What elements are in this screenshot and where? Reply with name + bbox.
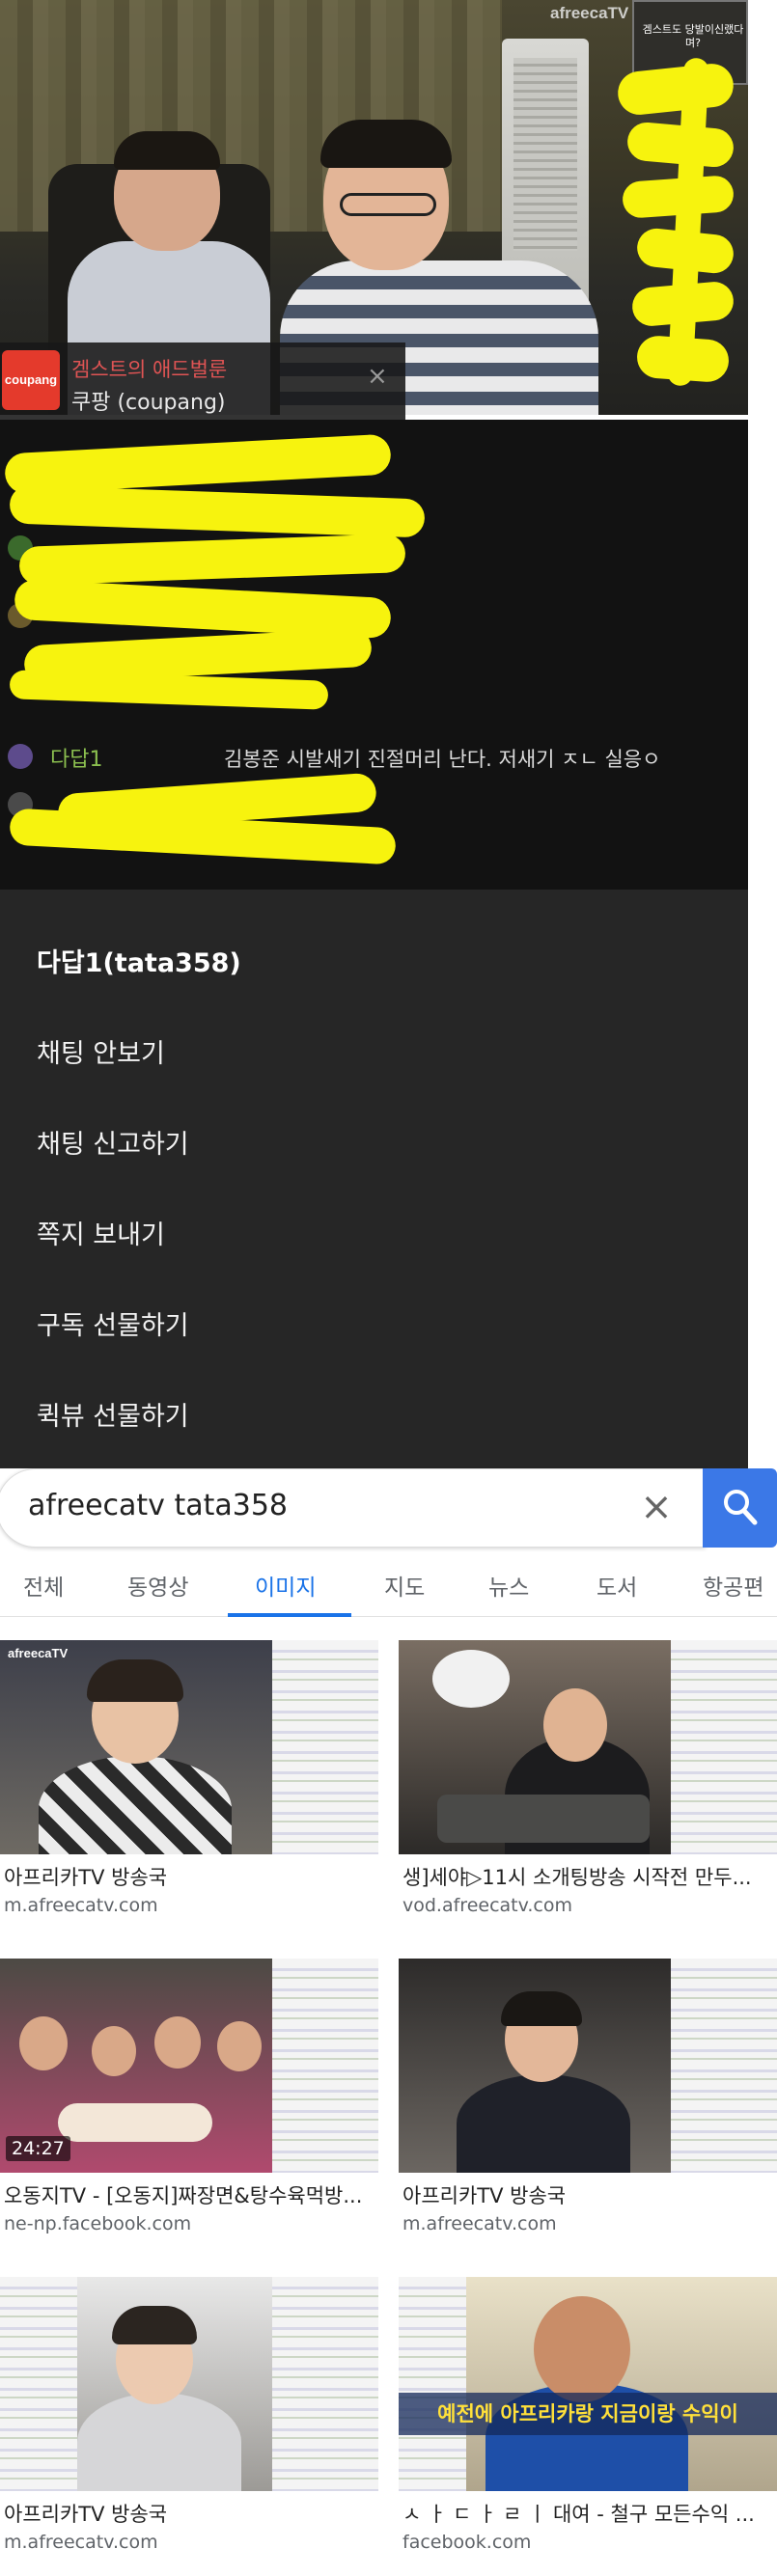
chat-nickname[interactable]: 다답1: [50, 742, 102, 773]
tab-images[interactable]: 이미지: [255, 1569, 316, 1602]
menu-item-gift-subscription[interactable]: 구독 선물하기: [37, 1304, 189, 1342]
ad-title: 겜스트의 애드벌룬: [71, 358, 228, 381]
video-duration: 24:27: [6, 2136, 70, 2161]
chat-message: 김봉준 시발새기 진절머리 난다. 저새기 ㅈㄴ 실응ㅇ: [224, 748, 661, 771]
pip-caption: 겜스트도 당발이신랬다며?: [642, 23, 744, 49]
result-thumbnail[interactable]: 24:27: [0, 1959, 378, 2173]
result-thumbnail[interactable]: [399, 1640, 777, 1854]
close-icon[interactable]: ×: [367, 362, 388, 391]
user-context-menu: 다답1(tata358) 채팅 안보기 채팅 신고하기 쪽지 보내기 구독 선물…: [0, 890, 748, 1468]
search-tabs: 전체 동영상 이미지 지도 뉴스 도서 항공편: [0, 1559, 777, 1617]
tab-all[interactable]: 전체: [23, 1569, 64, 1602]
result-title: 아프리카TV 방송국: [4, 1866, 168, 1889]
result-source: ne-np.facebook.com: [4, 2213, 192, 2234]
search-button[interactable]: [703, 1468, 777, 1548]
tab-books[interactable]: 도서: [597, 1569, 637, 1602]
result-source: vod.afreecatv.com: [402, 1895, 573, 1916]
menu-item-gift-quickview[interactable]: 퀵뷰 선물하기: [37, 1395, 189, 1433]
menu-item-report-chat[interactable]: 채팅 신고하기: [37, 1123, 189, 1161]
result-source: m.afreecatv.com: [4, 2532, 158, 2553]
tab-news[interactable]: 뉴스: [488, 1569, 529, 1602]
tab-videos[interactable]: 동영상: [127, 1569, 188, 1602]
chat-row[interactable]: 다답1 김봉준 시발새기 진절머리 난다. 저새기 ㅈㄴ 실응ㅇ: [0, 736, 748, 775]
tab-flights[interactable]: 항공편: [703, 1569, 763, 1602]
result-title: 생]세야▷11시 소개팅방송 시작전 만두...: [402, 1866, 752, 1889]
result-title: 아프리카TV 방송국: [402, 2184, 567, 2207]
close-icon[interactable]: ×: [634, 1483, 679, 1531]
chat-avatar: [8, 744, 33, 769]
image-result[interactable]: 생]세야▷11시 소개팅방송 시작전 만두... vod.afreecatv.c…: [399, 1640, 777, 1926]
result-thumbnail[interactable]: [399, 1959, 777, 2173]
thumbnail-caption: 예전에 아프리카랑 지금이랑 수익이: [399, 2393, 777, 2435]
afreeca-watermark: afreecaTV: [8, 1646, 69, 1660]
image-result[interactable]: 24:27 오동지TV - [오동지]짜장면&탕수육먹방... ne-np.fa…: [0, 1959, 378, 2244]
menu-user-header: 다답1(tata358): [37, 948, 241, 978]
afreeca-watermark: afreecaTV: [550, 4, 629, 22]
menu-item-hide-chat[interactable]: 채팅 안보기: [37, 1032, 165, 1070]
result-source: m.afreecatv.com: [4, 1895, 158, 1916]
search-icon: [724, 1490, 758, 1525]
coupang-logo: coupang: [2, 350, 60, 410]
result-title: 오동지TV - [오동지]짜장면&탕수육먹방...: [4, 2184, 363, 2207]
result-thumbnail[interactable]: afreecaTV: [0, 1640, 378, 1854]
tab-maps[interactable]: 지도: [384, 1569, 425, 1602]
image-result[interactable]: 아프리카TV 방송국 m.afreecatv.com: [0, 2277, 378, 2562]
menu-item-send-message[interactable]: 쪽지 보내기: [37, 1214, 165, 1251]
search-page: afreecatv tata358 × 전체 동영상 이미지 지도 뉴스 도서 …: [0, 1468, 777, 2576]
result-title: ㅅ ㅏ ㄷ ㅏ ㄹ ㅣ 대여 - 철구 모든수익 ...: [402, 2503, 755, 2526]
result-thumbnail[interactable]: [0, 2277, 378, 2491]
search-input[interactable]: afreecatv tata358 ×: [0, 1468, 706, 1548]
result-source: facebook.com: [402, 2532, 532, 2553]
ad-subtitle: 쿠팡 (coupang): [71, 391, 226, 415]
image-result[interactable]: afreecaTV 아프리카TV 방송국 m.afreecatv.com: [0, 1640, 378, 1926]
image-result[interactable]: 아프리카TV 방송국 m.afreecatv.com: [399, 1959, 777, 2244]
result-title: 아프리카TV 방송국: [4, 2503, 168, 2526]
result-source: m.afreecatv.com: [402, 2213, 557, 2234]
result-thumbnail[interactable]: 예전에 아프리카랑 지금이랑 수익이: [399, 2277, 777, 2491]
active-tab-indicator: [228, 1613, 351, 1617]
image-result[interactable]: 예전에 아프리카랑 지금이랑 수익이 ㅅ ㅏ ㄷ ㅏ ㄹ ㅣ 대여 - 철구 모…: [399, 2277, 777, 2562]
search-query: afreecatv tata358: [28, 1489, 289, 1522]
screenshot-root: afreecaTV 겜스트도 당발이신랬다며? coupang 겜스트의 애드벌…: [0, 0, 777, 2576]
ad-banner[interactable]: coupang 겜스트의 애드벌룬 쿠팡 (coupang) ×: [0, 343, 405, 420]
